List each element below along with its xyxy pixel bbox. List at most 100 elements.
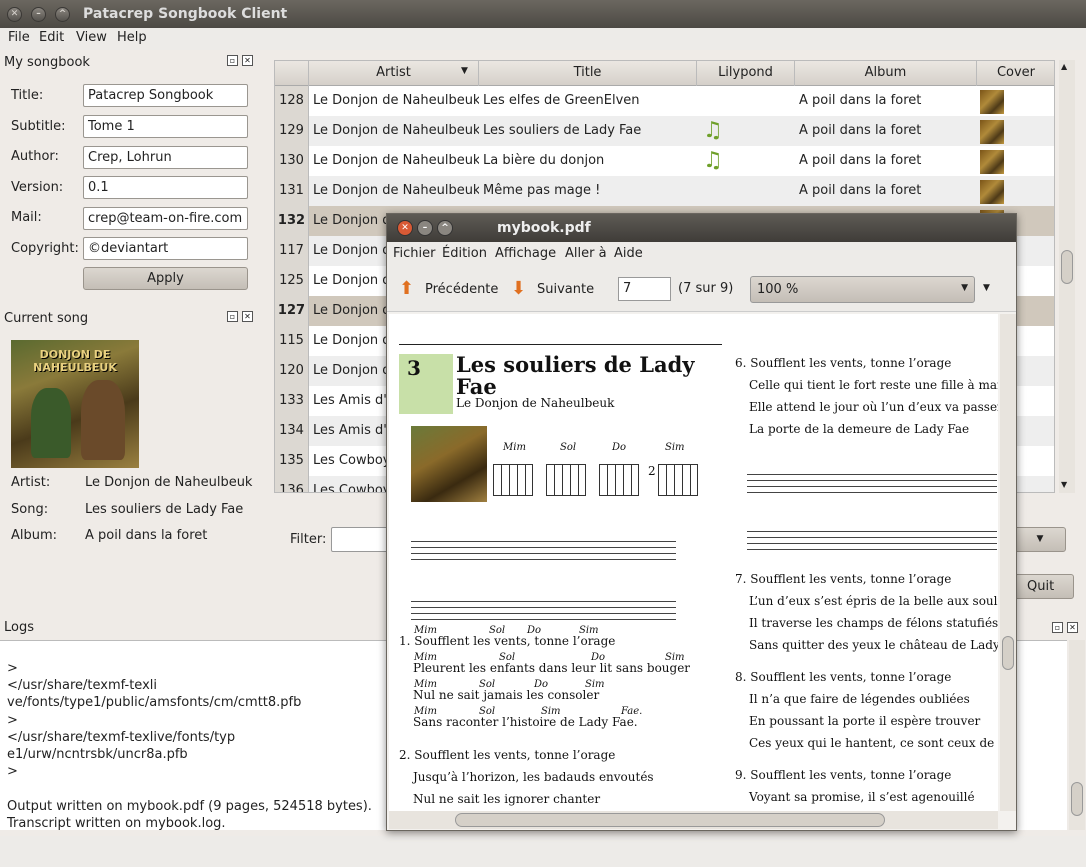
quit-button[interactable]: Quit <box>1014 574 1074 599</box>
logs-scrollbar[interactable] <box>1069 640 1085 830</box>
copyright-field[interactable]: ©deviantart <box>83 237 248 260</box>
cell-album: A poil dans la foret <box>799 93 922 108</box>
apply-button[interactable]: Apply <box>83 267 248 290</box>
table-row[interactable]: 131 Le Donjon de Naheulbeuk Même pas mage … <box>275 176 1054 206</box>
menu-aller-a[interactable]: Aller à <box>565 246 607 261</box>
cell-artist: Le Donjon de Naheulbeuk <box>313 183 479 198</box>
page-number-input[interactable]: 7 <box>618 277 671 301</box>
page-count: (7 sur 9) <box>678 281 734 296</box>
close-icon[interactable]: ✕ <box>397 220 413 236</box>
version-label: Version: <box>11 180 64 195</box>
pdf-vscrollbar[interactable] <box>1000 314 1016 811</box>
menu-help[interactable]: Help <box>117 30 147 45</box>
subtitle-field[interactable]: Tome 1 <box>83 115 248 138</box>
songbook-dock: My songbook ▫ ✕ Title: Patacrep Songbook… <box>0 52 262 302</box>
float-icon[interactable]: ▫ <box>1052 622 1063 633</box>
row-number: 125 <box>275 266 309 296</box>
log-line: ve/fonts/type1/public/amsfonts/cm/cmtt8.… <box>7 695 302 711</box>
cell-title: Même pas mage ! <box>483 183 601 198</box>
cover-thumbnail <box>980 150 1004 174</box>
minimize-icon[interactable]: – <box>31 7 46 22</box>
author-label: Author: <box>11 149 59 164</box>
filter-input[interactable] <box>331 527 391 552</box>
log-line: </usr/share/texmf-texlive/fonts/typ <box>7 729 236 745</box>
mail-field[interactable]: crep@team-on-fire.com <box>83 207 248 230</box>
row-number: 131 <box>275 176 309 206</box>
row-number: 120 <box>275 356 309 386</box>
music-note-icon: ♫ <box>703 148 723 173</box>
row-number: 135 <box>275 446 309 476</box>
statusbar <box>0 836 1086 867</box>
zoom-select[interactable]: 100 % ▼ <box>750 276 975 303</box>
menu-aide[interactable]: Aide <box>614 246 643 261</box>
table-scrollbar[interactable]: ▲ ▼ <box>1059 60 1075 493</box>
version-field[interactable]: 0.1 <box>83 176 248 199</box>
chevron-down-icon: ▼ <box>961 283 968 293</box>
log-line: > <box>7 661 18 676</box>
row-number: 117 <box>275 236 309 266</box>
cell-album: A poil dans la foret <box>799 183 922 198</box>
verse-line: Nul ne sait jamais les consoler <box>413 688 600 702</box>
menu-affichage[interactable]: Affichage <box>495 246 556 261</box>
column-album[interactable]: Album <box>795 61 977 86</box>
column-artist[interactable]: Artist <box>309 61 479 86</box>
song-title: Les souliers de Lady Fae <box>456 352 695 399</box>
close-icon[interactable]: ✕ <box>242 55 253 66</box>
menu-edition[interactable]: Édition <box>442 246 487 261</box>
float-icon[interactable]: ▫ <box>227 311 238 322</box>
song-value: Les souliers de Lady Fae <box>85 502 244 517</box>
toolbar-overflow-icon[interactable]: ▼ <box>983 283 990 293</box>
column-lilypond[interactable]: Lilypond <box>697 61 795 86</box>
scroll-thumb[interactable] <box>1071 782 1083 816</box>
cell-album: A poil dans la foret <box>799 123 922 138</box>
table-row[interactable]: 130 Le Donjon de Naheulbeuk La bière du do… <box>275 146 1054 176</box>
scroll-down-icon[interactable]: ▼ <box>1061 480 1067 489</box>
subtitle-label: Subtitle: <box>11 119 66 134</box>
close-icon[interactable]: ✕ <box>7 7 22 22</box>
previous-button[interactable]: ⬆ Précédente <box>399 278 499 302</box>
menu-fichier[interactable]: Fichier <box>393 246 436 261</box>
row-number: 115 <box>275 326 309 356</box>
close-icon[interactable]: ✕ <box>1067 622 1078 633</box>
menu-view[interactable]: View <box>76 30 107 45</box>
chord-fret: 2 <box>648 464 656 478</box>
row-number-header <box>275 61 309 86</box>
maximize-icon[interactable]: ^ <box>437 220 453 236</box>
scroll-thumb[interactable] <box>1002 636 1014 670</box>
scroll-thumb[interactable] <box>1061 250 1073 284</box>
menu-edit[interactable]: Edit <box>39 30 64 45</box>
log-line: </usr/share/texmf-texli <box>7 678 157 694</box>
table-row[interactable]: 129 Le Donjon de Naheulbeuk Les souliers d… <box>275 116 1054 146</box>
row-number: 136 <box>275 476 309 492</box>
music-note-icon: ♫ <box>703 118 723 143</box>
title-field[interactable]: Patacrep Songbook <box>83 84 248 107</box>
verse-line: En poussant la porte il espère trouver <box>749 714 981 728</box>
column-cover[interactable]: Cover <box>977 61 1054 86</box>
pdf-page: 3 Les souliers de Lady Fae Le Donjon de … <box>389 314 998 811</box>
chord-diagram <box>599 464 639 496</box>
scroll-up-icon[interactable]: ▲ <box>1061 62 1067 71</box>
combo-dropdown[interactable]: ▼ <box>1014 527 1066 552</box>
cover-figure <box>31 388 71 458</box>
row-number: 132 <box>275 206 309 236</box>
filter-label: Filter: <box>290 532 327 547</box>
pdf-hscrollbar[interactable] <box>389 811 998 829</box>
author-field[interactable]: Crep, Lohrun <box>83 146 248 169</box>
verse-line: 7. Soufflent les vents, tonne l’orage <box>735 572 952 586</box>
next-button[interactable]: ⬇ Suivante <box>511 278 601 302</box>
minimize-icon[interactable]: – <box>417 220 433 236</box>
row-number: 133 <box>275 386 309 416</box>
menu-file[interactable]: File <box>8 30 30 45</box>
float-icon[interactable]: ▫ <box>227 55 238 66</box>
window-titlebar: ✕ – ^ Patacrep Songbook Client <box>0 0 1086 28</box>
maximize-icon[interactable]: ^ <box>55 7 70 22</box>
previous-label: Précédente <box>425 282 499 297</box>
column-title[interactable]: Title <box>479 61 697 86</box>
table-row[interactable]: 128 Le Donjon de Naheulbeuk Les elfes de G… <box>275 86 1054 116</box>
chord-name: Do <box>612 442 627 453</box>
verse-line: Voyant sa promise, il s’est agenouillé <box>749 790 975 804</box>
scroll-thumb[interactable] <box>455 813 885 827</box>
verse-line: 9. Soufflent les vents, tonne l’orage <box>735 768 952 782</box>
verse-line: Jusqu’à l’horizon, les badauds envoutés <box>413 770 654 784</box>
close-icon[interactable]: ✕ <box>242 311 253 322</box>
